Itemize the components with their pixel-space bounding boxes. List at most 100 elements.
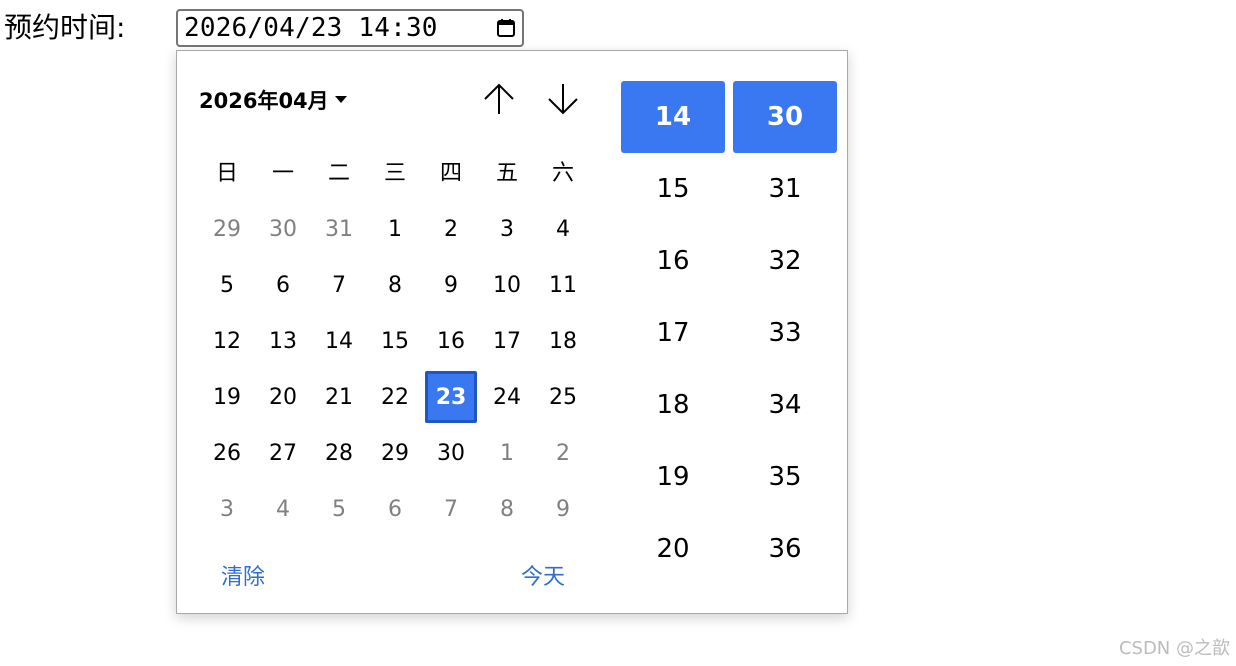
hour-option[interactable]: 17: [621, 297, 725, 369]
minute-column: 30 31 32 33 34 35 36: [733, 81, 837, 585]
day-cell[interactable]: 7: [423, 481, 479, 537]
month-label[interactable]: 2026年04月: [199, 85, 329, 115]
day-number: 27: [269, 440, 297, 466]
minute-option[interactable]: 34: [733, 369, 837, 441]
day-number: 6: [388, 496, 402, 522]
day-number: 8: [388, 272, 402, 298]
day-cell[interactable]: 5: [199, 257, 255, 313]
day-number: 7: [444, 496, 458, 522]
day-number: 8: [500, 496, 514, 522]
page: 预约时间: 2026/04/23 14:30 2026年04月 日 一 二 三 …: [0, 0, 1236, 666]
day-cell[interactable]: 5: [311, 481, 367, 537]
weekday-label: 三: [383, 161, 406, 186]
day-cell[interactable]: 8: [367, 257, 423, 313]
day-cell[interactable]: 31: [311, 201, 367, 257]
day-cell[interactable]: 29: [367, 425, 423, 481]
day-cell[interactable]: 22: [367, 369, 423, 425]
month-selector[interactable]: 2026年04月: [199, 85, 347, 115]
day-cell[interactable]: 1: [479, 425, 535, 481]
day-cell[interactable]: 6: [255, 257, 311, 313]
day-cell[interactable]: 4: [255, 481, 311, 537]
day-cell[interactable]: 19: [199, 369, 255, 425]
day-number: 10: [493, 272, 521, 298]
day-number: 4: [556, 216, 570, 242]
day-cell[interactable]: 10: [479, 257, 535, 313]
day-number: 4: [276, 496, 290, 522]
day-cell[interactable]: 20: [255, 369, 311, 425]
day-cell[interactable]: 26: [199, 425, 255, 481]
day-number: 3: [220, 496, 234, 522]
day-number: 25: [549, 384, 577, 410]
day-cell[interactable]: 16: [423, 313, 479, 369]
day-cell[interactable]: 13: [255, 313, 311, 369]
day-number: 2: [556, 440, 570, 466]
day-number: 22: [381, 384, 409, 410]
hour-option[interactable]: 15: [621, 153, 725, 225]
arrow-down-icon[interactable]: [545, 81, 581, 117]
minute-option[interactable]: 31: [733, 153, 837, 225]
clear-button[interactable]: 清除: [221, 559, 265, 591]
hour-option[interactable]: 20: [621, 513, 725, 585]
day-cell[interactable]: 30: [255, 201, 311, 257]
caret-down-icon[interactable]: [334, 96, 347, 104]
day-cell[interactable]: 18: [535, 313, 591, 369]
day-cell[interactable]: 12: [199, 313, 255, 369]
day-cell[interactable]: 21: [311, 369, 367, 425]
weekday-label: 一: [271, 161, 294, 186]
day-cell[interactable]: 28: [311, 425, 367, 481]
day-cell[interactable]: 9: [535, 481, 591, 537]
today-button[interactable]: 今天: [521, 559, 565, 591]
day-cell[interactable]: 1: [367, 201, 423, 257]
day-cell[interactable]: 14: [311, 313, 367, 369]
day-number: 6: [276, 272, 290, 298]
day-cell[interactable]: 29: [199, 201, 255, 257]
day-number: 5: [220, 272, 234, 298]
minute-option[interactable]: 36: [733, 513, 837, 585]
day-number: 15: [381, 328, 409, 354]
day-cell[interactable]: 11: [535, 257, 591, 313]
hour-option[interactable]: 18: [621, 369, 725, 441]
day-number: 29: [213, 216, 241, 242]
day-cell[interactable]: 7: [311, 257, 367, 313]
datetime-value[interactable]: 2026/04/23 14:30: [184, 13, 438, 43]
day-cell[interactable]: 15: [367, 313, 423, 369]
day-cell[interactable]: 3: [479, 201, 535, 257]
hour-option[interactable]: 19: [621, 441, 725, 513]
day-number: 21: [325, 384, 353, 410]
day-number: 5: [332, 496, 346, 522]
arrow-up-icon[interactable]: [481, 81, 517, 117]
day-cell[interactable]: 3: [199, 481, 255, 537]
day-cell[interactable]: 2: [535, 425, 591, 481]
day-cell[interactable]: 24: [479, 369, 535, 425]
day-number: 7: [332, 272, 346, 298]
day-cell[interactable]: 27: [255, 425, 311, 481]
hour-option[interactable]: 16: [621, 225, 725, 297]
day-cell-selected[interactable]: 23: [423, 369, 479, 425]
day-cell[interactable]: 25: [535, 369, 591, 425]
day-number: 31: [325, 216, 353, 242]
weekday-label: 六: [551, 161, 574, 186]
day-number: 18: [549, 328, 577, 354]
hour-option[interactable]: 14: [621, 81, 725, 153]
appointment-time-label: 预约时间:: [4, 11, 126, 44]
day-cell[interactable]: 6: [367, 481, 423, 537]
minute-option[interactable]: 33: [733, 297, 837, 369]
day-cell[interactable]: 4: [535, 201, 591, 257]
day-number: 9: [444, 272, 458, 298]
day-number: 23: [425, 371, 477, 423]
day-number: 29: [381, 440, 409, 466]
day-cell[interactable]: 9: [423, 257, 479, 313]
day-number: 30: [269, 216, 297, 242]
day-cell[interactable]: 30: [423, 425, 479, 481]
minute-option[interactable]: 32: [733, 225, 837, 297]
day-number: 19: [213, 384, 241, 410]
calendar-icon[interactable]: [496, 18, 516, 38]
day-cell[interactable]: 17: [479, 313, 535, 369]
day-number: 26: [213, 440, 241, 466]
day-number: 30: [437, 440, 465, 466]
minute-option[interactable]: 35: [733, 441, 837, 513]
day-cell[interactable]: 8: [479, 481, 535, 537]
day-cell[interactable]: 2: [423, 201, 479, 257]
minute-option[interactable]: 30: [733, 81, 837, 153]
datetime-input[interactable]: 2026/04/23 14:30: [176, 9, 524, 47]
